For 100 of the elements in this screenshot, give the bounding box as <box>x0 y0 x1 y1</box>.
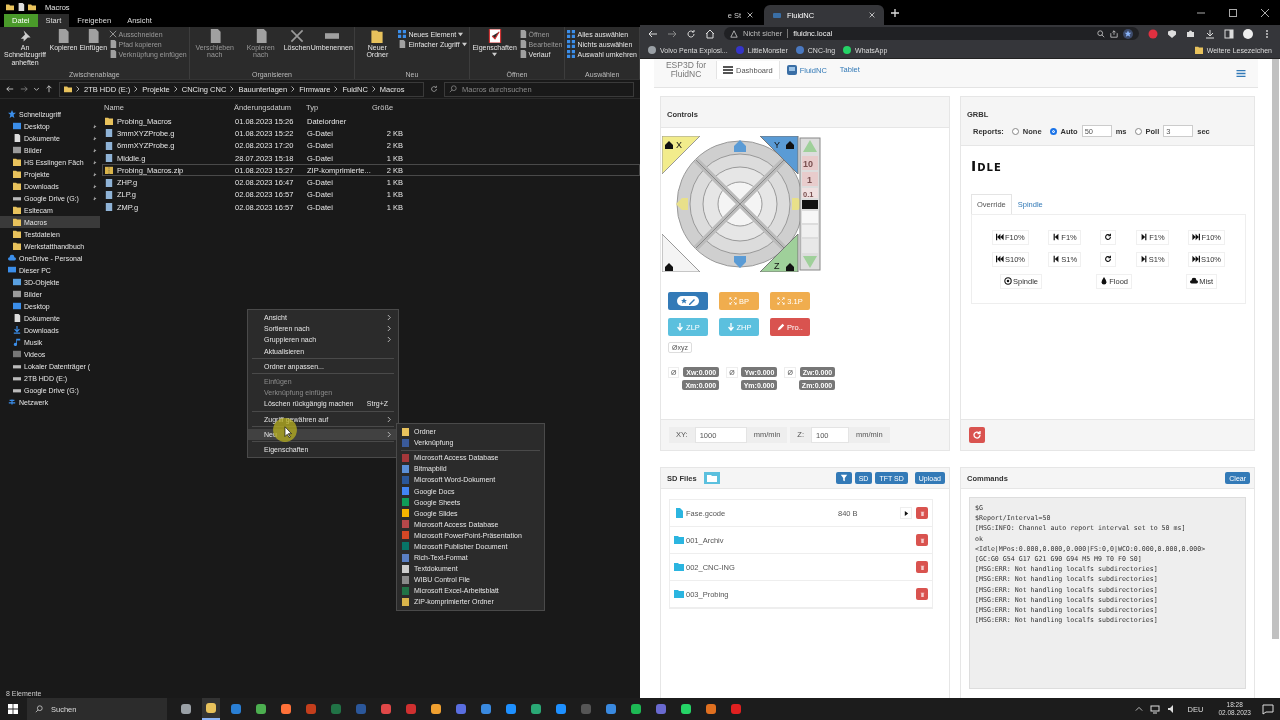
jog-label: 1 <box>807 175 812 185</box>
forward-icon[interactable] <box>20 85 28 93</box>
radio-button[interactable] <box>1049 127 1057 135</box>
reset-button[interactable] <box>969 427 985 443</box>
fast-backward-icon <box>996 255 1004 263</box>
star-icon <box>8 110 16 118</box>
chevron-right-icon[interactable] <box>230 86 235 92</box>
override-button[interactable] <box>1100 229 1117 245</box>
delete-button[interactable] <box>916 561 928 573</box>
drop-icon <box>1100 277 1109 285</box>
close-icon[interactable] <box>1260 7 1270 18</box>
forward-icon[interactable] <box>667 28 677 39</box>
maximize-icon[interactable] <box>1228 7 1238 18</box>
folder-icon <box>706 473 717 483</box>
chevron-up-icon[interactable] <box>1134 705 1143 713</box>
chevron-right-icon[interactable] <box>134 86 139 92</box>
folder-icon <box>6 3 14 11</box>
new-tab-icon[interactable] <box>890 7 900 18</box>
chevron-right-icon[interactable] <box>334 86 339 92</box>
shield-icon[interactable] <box>1167 28 1177 39</box>
trash-icon <box>919 564 925 570</box>
jog-label: 10 <box>803 159 813 169</box>
pencil-icon <box>777 323 786 331</box>
pin-icon[interactable] <box>92 171 97 177</box>
document-icon <box>13 134 21 142</box>
menu-icon[interactable] <box>1236 69 1246 78</box>
taskbar-button[interactable] <box>202 698 220 720</box>
document-icon <box>86 29 101 43</box>
radio-button[interactable] <box>1011 127 1019 135</box>
filter-button[interactable] <box>835 472 852 484</box>
folder-icon <box>64 85 72 93</box>
play-icon <box>903 510 909 516</box>
file-icon <box>674 508 684 518</box>
document-icon <box>398 40 407 48</box>
side-panel-icon[interactable] <box>1224 28 1234 39</box>
folder-icon <box>674 535 684 545</box>
folder-icon[interactable] <box>28 3 36 11</box>
search-icon <box>35 705 43 713</box>
drive-icon <box>13 194 21 202</box>
jog-label: X <box>676 140 682 150</box>
macro-button[interactable] <box>668 292 708 310</box>
target-icon <box>1004 277 1012 285</box>
share-icon[interactable] <box>1110 29 1118 38</box>
up-icon[interactable] <box>45 85 53 93</box>
pin-icon[interactable] <box>92 123 97 129</box>
extension-icon[interactable] <box>1148 28 1158 39</box>
delete-button[interactable] <box>916 534 928 546</box>
zip-folder-icon <box>105 166 113 175</box>
checklist-icon <box>487 29 502 43</box>
delete-button[interactable] <box>916 507 928 519</box>
step-backward-icon <box>1052 233 1061 241</box>
fast-forward-icon <box>1191 255 1200 263</box>
pin-icon[interactable] <box>92 195 97 201</box>
reset-icon <box>972 430 982 440</box>
home-icon[interactable] <box>705 28 715 39</box>
notification-icon[interactable] <box>1262 703 1274 715</box>
puzzle-icon[interactable] <box>1186 28 1196 39</box>
machine-state: Idle <box>971 158 1002 174</box>
star-icon[interactable] <box>1123 28 1133 39</box>
delete-button[interactable] <box>916 588 928 600</box>
override-button[interactable] <box>1100 251 1117 267</box>
chevron-down-icon[interactable] <box>34 86 39 92</box>
chevron-right-icon[interactable] <box>76 86 80 92</box>
pin-icon[interactable] <box>92 135 97 141</box>
folder-icon <box>1194 46 1203 54</box>
start-icon[interactable] <box>8 704 18 714</box>
chevron-right-icon[interactable] <box>173 86 178 92</box>
zoom-icon[interactable] <box>1097 29 1105 38</box>
pin-icon[interactable] <box>92 183 97 189</box>
download-icon[interactable] <box>1205 28 1215 39</box>
pin-icon[interactable] <box>92 147 97 153</box>
refresh-icon[interactable] <box>430 85 438 93</box>
x-icon <box>289 29 304 43</box>
reset-icon <box>1104 233 1113 241</box>
profile-avatar[interactable] <box>1243 28 1253 39</box>
step-forward-icon <box>1140 233 1149 241</box>
scrollbar[interactable] <box>1272 59 1279 639</box>
pin-icon[interactable] <box>92 159 97 165</box>
folder-icon <box>105 117 113 126</box>
document-icon <box>56 29 71 43</box>
app-brand[interactable]: ESP3D for FluidNC <box>656 61 716 80</box>
chevron-right-icon[interactable] <box>371 86 376 92</box>
grid-icon <box>567 40 576 48</box>
music-note-icon <box>13 338 21 346</box>
document-icon <box>13 314 21 322</box>
radio-button[interactable] <box>1134 127 1142 135</box>
network-icon[interactable] <box>1149 704 1160 714</box>
play-button[interactable] <box>900 507 912 519</box>
network-icon <box>8 398 16 406</box>
document-icon[interactable] <box>17 3 25 11</box>
grid-icon <box>567 30 576 38</box>
reload-icon[interactable] <box>686 28 696 39</box>
back-icon[interactable] <box>648 28 658 39</box>
cloud-icon <box>1190 277 1199 285</box>
jog-label: Z <box>774 261 780 271</box>
chevron-right-icon[interactable] <box>291 86 296 92</box>
download-icon <box>13 326 21 334</box>
search-icon <box>449 85 457 93</box>
star-pencil-icon <box>677 296 699 306</box>
back-icon[interactable] <box>6 85 14 93</box>
